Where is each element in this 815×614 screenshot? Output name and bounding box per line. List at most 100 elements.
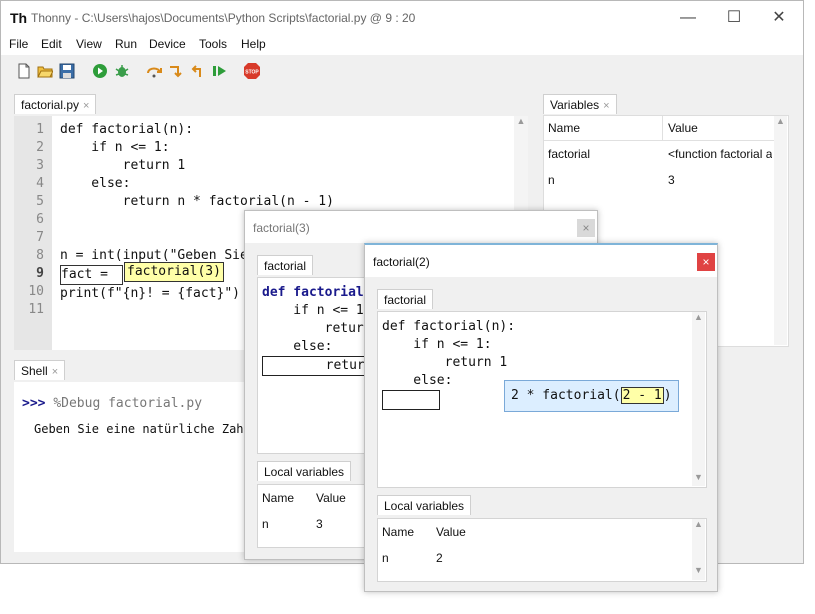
tab-shell[interactable]: Shell × — [14, 360, 66, 380]
step-into-icon[interactable] — [168, 63, 184, 79]
line-number: 3 — [36, 158, 44, 173]
scroll-down-icon[interactable]: ▼ — [692, 472, 705, 482]
open-file-icon[interactable] — [37, 63, 53, 79]
line-number: 9 — [36, 266, 44, 281]
menu-edit[interactable]: Edit — [41, 37, 62, 51]
frame-code-scrollbar[interactable]: ▲ ▼ — [692, 312, 705, 486]
column-name[interactable]: Name — [548, 121, 580, 135]
shell-command-line: >>> %Debug factorial.py — [22, 396, 202, 411]
title-bar: Th Thonny - C:\Users\hajos\Documents\Pyt… — [1, 1, 803, 35]
line-number: 1 — [36, 122, 44, 137]
variables-header: Name Value — [544, 116, 774, 141]
tab-variables[interactable]: Variables × — [543, 94, 617, 114]
toolbar: STOP — [1, 55, 803, 87]
code-line: else: — [382, 373, 453, 388]
tab-factorial-py[interactable]: factorial.py × — [14, 94, 97, 114]
evaluation-box: 2 * factorial(2 - 1) — [504, 380, 679, 412]
line-number: 10 — [28, 284, 44, 299]
column-divider — [662, 116, 663, 140]
column-value[interactable]: Value — [316, 491, 346, 505]
scroll-up-icon[interactable]: ▲ — [774, 116, 787, 126]
code-line: if n <= 1: — [60, 140, 170, 155]
menu-file[interactable]: File — [9, 37, 28, 51]
line-number: 8 — [36, 248, 44, 263]
scroll-up-icon[interactable]: ▲ — [514, 116, 528, 126]
dialog-close-button[interactable]: × — [697, 253, 715, 271]
shell-output: Geben Sie eine natürliche Zahl — [34, 422, 251, 436]
eval-prefix: 2 * factorial( — [511, 388, 621, 403]
menu-help[interactable]: Help — [241, 37, 266, 51]
line-number: 6 — [36, 212, 44, 227]
column-value[interactable]: Value — [436, 525, 466, 539]
menu-tools[interactable]: Tools — [199, 37, 227, 51]
line-number-gutter: 1 2 3 4 5 6 7 8 9 10 11 — [14, 116, 52, 350]
code-line: return n * factorial(n - 1) — [60, 194, 334, 209]
shell-prompt: >>> — [22, 396, 46, 411]
dialog-title-bar: factorial(3) × — [245, 211, 597, 243]
eval-suffix: ) — [663, 388, 672, 403]
debug-icon[interactable] — [114, 63, 130, 79]
code-line: else: — [262, 339, 333, 354]
local-variables-panel: Name Value n 2 ▲ ▼ — [377, 518, 707, 582]
line-number: 7 — [36, 230, 44, 245]
var-name[interactable]: n — [548, 173, 555, 187]
new-file-icon[interactable] — [16, 63, 32, 79]
scroll-up-icon[interactable]: ▲ — [692, 312, 705, 322]
dialog-close-button[interactable]: × — [577, 219, 595, 237]
step-out-icon[interactable] — [190, 63, 206, 79]
eval-highlight: 2 - 1 — [620, 387, 664, 404]
column-name[interactable]: Name — [262, 491, 294, 505]
local-var-name: n — [382, 551, 389, 565]
run-icon[interactable] — [92, 63, 108, 79]
tab-close-icon[interactable]: × — [83, 100, 89, 112]
var-name[interactable]: factorial — [548, 147, 590, 161]
window-title: Thonny - C:\Users\hajos\Documents\Python… — [31, 11, 416, 25]
tab-close-icon[interactable]: × — [603, 100, 609, 112]
line-number: 2 — [36, 140, 44, 155]
dialog-title-bar: factorial(2) × — [365, 245, 717, 277]
var-value: <function factorial a — [668, 147, 772, 161]
save-icon[interactable] — [59, 63, 75, 79]
shell-panel[interactable]: >>> %Debug factorial.py Geben Sie eine n… — [14, 382, 254, 552]
frame-code: def factorial(n): if n <= 1: return 1 el… — [382, 318, 515, 414]
variables-scrollbar[interactable]: ▲ — [774, 116, 787, 345]
tab-label: Shell — [21, 364, 48, 378]
local-var-value: 3 — [316, 517, 323, 531]
code-line-current: return — [382, 390, 440, 410]
frame-dialog-factorial-2: factorial(2) × factorial def factorial(n… — [364, 243, 718, 592]
code-line: def factorial(n): — [382, 319, 516, 334]
tab-local-variables[interactable]: Local variables — [377, 495, 472, 515]
column-name[interactable]: Name — [382, 525, 414, 539]
call-highlight: factorial(3) — [124, 262, 224, 282]
scroll-down-icon[interactable]: ▼ — [692, 565, 705, 575]
close-button[interactable]: ✕ — [764, 7, 794, 29]
column-value[interactable]: Value — [668, 121, 698, 135]
line-number: 5 — [36, 194, 44, 209]
code-line: def factorial — [262, 285, 364, 300]
code-line: retur — [262, 321, 364, 336]
step-over-icon[interactable] — [146, 63, 162, 79]
menu-run[interactable]: Run — [115, 37, 137, 51]
stop-icon[interactable]: STOP — [243, 62, 261, 80]
tab-local-variables[interactable]: Local variables — [257, 461, 352, 481]
tab-close-icon[interactable]: × — [52, 366, 58, 378]
scroll-up-icon[interactable]: ▲ — [692, 519, 705, 529]
dialog-title: factorial(2) — [373, 255, 430, 269]
shell-command: %Debug factorial.py — [53, 396, 203, 411]
menu-device[interactable]: Device — [149, 37, 186, 51]
menu-bar: File Edit View Run Device Tools Help — [1, 35, 803, 55]
menu-view[interactable]: View — [76, 37, 102, 51]
minimize-button[interactable]: — — [673, 7, 703, 29]
maximize-button[interactable]: ☐ — [719, 7, 749, 29]
code-line: return 1 — [382, 355, 508, 370]
local-var-name: n — [262, 517, 269, 531]
locals-scrollbar[interactable]: ▲ ▼ — [692, 519, 705, 580]
tab-factorial[interactable]: factorial — [377, 289, 434, 309]
dialog-title: factorial(3) — [253, 221, 310, 235]
code-line: else: — [60, 176, 131, 191]
tab-factorial[interactable]: factorial — [257, 255, 314, 275]
line-number: 4 — [36, 176, 44, 191]
thonny-logo-icon: Th — [10, 10, 28, 26]
resume-icon[interactable] — [212, 63, 228, 79]
code-line: if n <= 1 — [262, 303, 364, 318]
